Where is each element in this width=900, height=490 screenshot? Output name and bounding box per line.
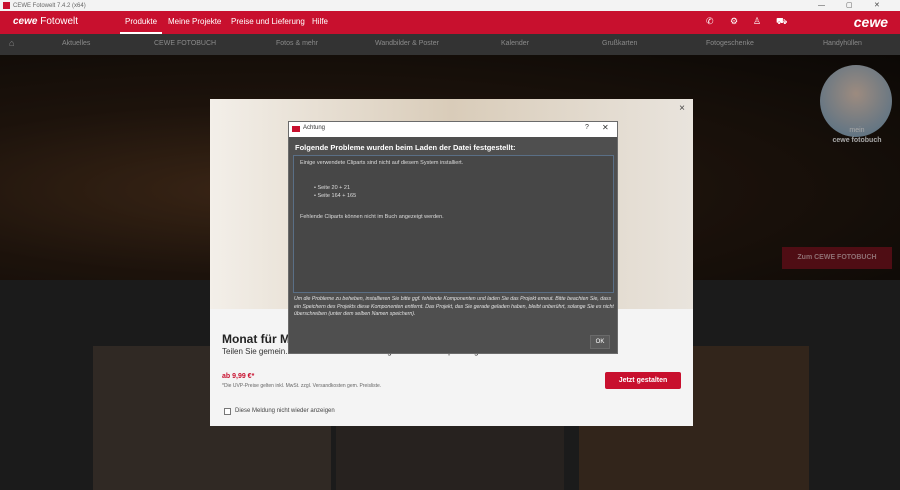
promo-fine-print: *Die UVP-Preise gelten inkl. MwSt. zzgl.… bbox=[222, 383, 382, 389]
list-item: • Seite 20 + 21 bbox=[314, 185, 351, 191]
category-item[interactable]: Grußkarten bbox=[602, 40, 637, 47]
dialog-titlebar: Achtung ? ✕ bbox=[289, 122, 617, 137]
problem-text: Einige verwendete Cliparts sind nicht au… bbox=[300, 160, 464, 166]
gear-icon[interactable]: ⚙ bbox=[730, 16, 738, 27]
main-nav: cewe Fotowelt Produkte Meine Projekte Pr… bbox=[0, 11, 900, 34]
window-titlebar: CEWE Fotowelt 7.4.2 (x64) — ▢ ✕ bbox=[0, 0, 900, 11]
minimize-button[interactable]: — bbox=[818, 0, 825, 11]
category-item[interactable]: CEWE FOTOBUCH bbox=[154, 40, 216, 47]
tab-produkte[interactable]: Produkte bbox=[119, 17, 163, 34]
dialog-heading: Folgende Probleme wurden beim Laden der … bbox=[295, 143, 516, 152]
window-title: CEWE Fotowelt 7.4.2 (x64) bbox=[13, 2, 86, 9]
warning-dialog: Achtung ? ✕ Folgende Probleme wurden bei… bbox=[288, 121, 618, 354]
category-item[interactable]: Wandbilder & Poster bbox=[375, 40, 439, 47]
jetzt-gestalten-button[interactable]: Jetzt gestalten bbox=[605, 372, 681, 389]
problem-panel: Einige verwendete Cliparts sind nicht au… bbox=[293, 155, 614, 293]
dont-show-checkbox[interactable] bbox=[224, 408, 231, 415]
dialog-title: Achtung bbox=[303, 125, 326, 131]
tab-preise-lieferung[interactable]: Preise und Lieferung bbox=[231, 17, 305, 26]
problem-note: Fehlende Cliparts können nicht im Buch a… bbox=[300, 214, 444, 220]
category-item[interactable]: Handyhüllen bbox=[823, 40, 862, 47]
category-item[interactable]: Fotos & mehr bbox=[276, 40, 318, 47]
maximize-button[interactable]: ▢ bbox=[846, 0, 853, 11]
dont-show-label[interactable]: Diese Meldung nicht wieder anzeigen bbox=[235, 408, 335, 414]
ok-button[interactable]: OK bbox=[590, 335, 610, 349]
home-icon[interactable]: ⌂ bbox=[9, 38, 14, 48]
category-item[interactable]: Aktuelles bbox=[62, 40, 90, 47]
cart-icon[interactable]: ⛟ bbox=[776, 16, 787, 28]
help-icon[interactable]: ? bbox=[585, 124, 589, 131]
dialog-footer-text: Um die Probleme zu beheben, installieren… bbox=[294, 296, 614, 317]
category-bar: ⌂ Aktuelles CEWE FOTOBUCH Fotos & mehr W… bbox=[0, 34, 900, 55]
window-close-button[interactable]: ✕ bbox=[874, 0, 880, 11]
dialog-app-icon bbox=[292, 126, 300, 132]
promo-title: Monat für Mo bbox=[222, 332, 298, 346]
phone-icon[interactable]: ✆ bbox=[706, 16, 714, 27]
category-item[interactable]: Fotogeschenke bbox=[706, 40, 754, 47]
promo-price: ab 9,99 €* bbox=[222, 373, 255, 380]
app-logo[interactable]: cewe Fotowelt bbox=[13, 16, 78, 27]
dialog-close-icon[interactable]: ✕ bbox=[602, 123, 609, 132]
app-icon bbox=[3, 2, 10, 9]
list-item: • Seite 164 + 165 bbox=[314, 193, 357, 199]
category-item[interactable]: Kalender bbox=[501, 40, 529, 47]
user-icon[interactable]: ♙ bbox=[753, 16, 761, 27]
promo-close-icon[interactable]: × bbox=[679, 103, 685, 114]
tab-meine-projekte[interactable]: Meine Projekte bbox=[168, 17, 221, 26]
tab-hilfe[interactable]: Hilfe bbox=[312, 17, 328, 26]
brand-logo: cewe bbox=[853, 14, 888, 30]
